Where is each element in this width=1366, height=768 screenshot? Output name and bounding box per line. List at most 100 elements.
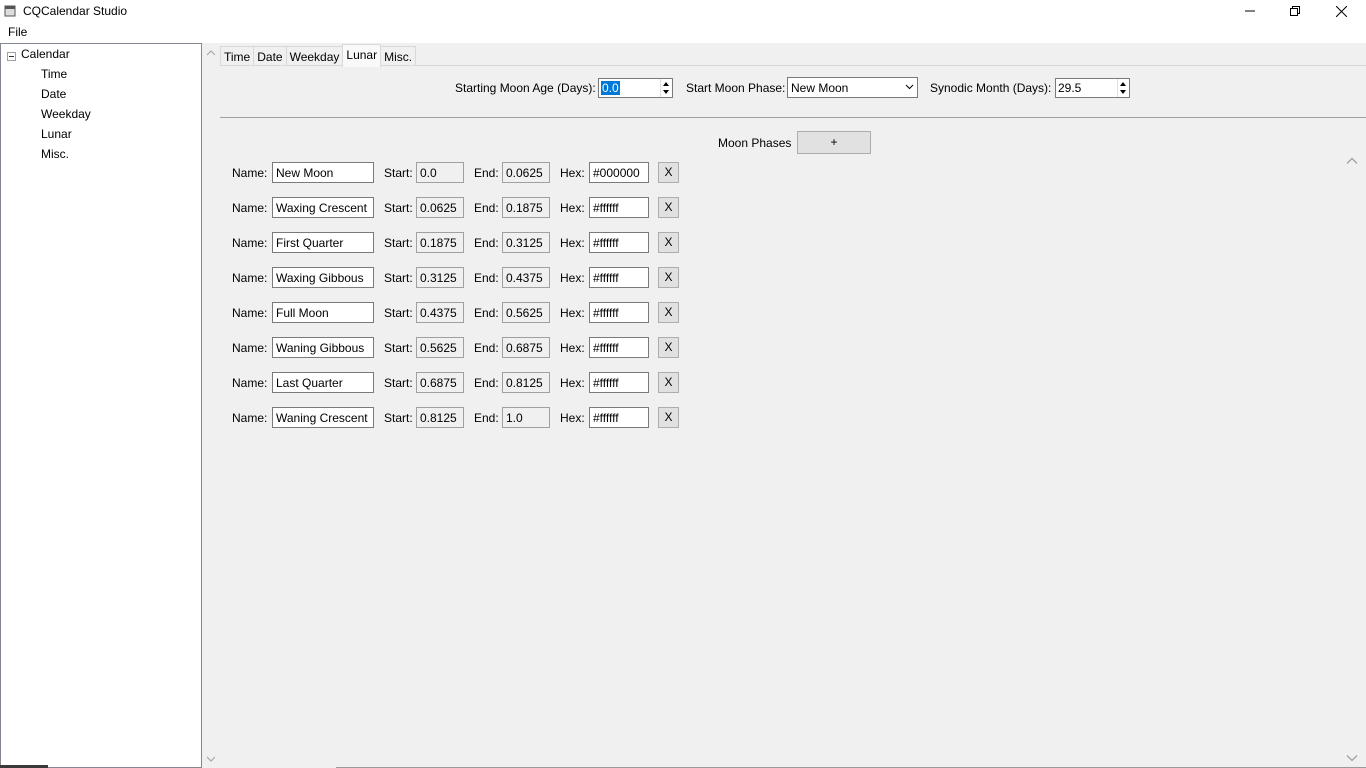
close-icon xyxy=(1335,5,1347,17)
left-scrollbar[interactable] xyxy=(203,43,219,768)
delete-phase-button[interactable]: X xyxy=(658,407,679,428)
phase-start-field[interactable]: 0.0 xyxy=(416,162,464,183)
phase-end-label: End: xyxy=(474,341,499,355)
phase-name-label: Name: xyxy=(232,376,268,390)
close-button[interactable] xyxy=(1318,0,1364,22)
tab-lunar[interactable]: Lunar xyxy=(342,44,382,67)
phase-start-field[interactable]: 0.8125 xyxy=(416,407,464,428)
phase-start-label: Start: xyxy=(384,306,413,320)
tab-date[interactable]: Date xyxy=(253,46,287,67)
tree-item-misc[interactable]: Misc. xyxy=(41,147,69,161)
phase-name-field[interactable]: Waxing Gibbous xyxy=(272,267,374,288)
phase-end-field[interactable]: 0.6875 xyxy=(502,337,550,358)
starting-moon-age-value[interactable]: 0.0 xyxy=(601,81,620,95)
scroll-down-icon[interactable] xyxy=(207,755,215,763)
phase-name-field[interactable]: Waxing Crescent xyxy=(272,197,374,218)
scroll-up-icon[interactable] xyxy=(1346,156,1358,166)
phase-hex-field[interactable]: #ffffff xyxy=(589,302,649,323)
phase-start-label: Start: xyxy=(384,411,413,425)
scroll-down-icon[interactable] xyxy=(1346,753,1358,763)
lunar-settings: Starting Moon Age (Days): 0.0 Start Moon… xyxy=(220,66,1366,118)
phase-name-label: Name: xyxy=(232,201,268,215)
phase-hex-field[interactable]: #000000 xyxy=(589,162,649,183)
phase-hex-label: Hex: xyxy=(560,271,585,285)
phase-end-field[interactable]: 0.8125 xyxy=(502,372,550,393)
tree-item-lunar[interactable]: Lunar xyxy=(41,127,72,141)
synodic-month-spinbox[interactable]: 29.5 xyxy=(1055,78,1130,98)
starting-moon-age-spinbox[interactable]: 0.0 xyxy=(598,78,673,98)
phase-start-label: Start: xyxy=(384,236,413,250)
phase-start-field[interactable]: 0.1875 xyxy=(416,232,464,253)
phase-end-field[interactable]: 0.5625 xyxy=(502,302,550,323)
starting-moon-age-label: Starting Moon Age (Days): xyxy=(455,81,596,95)
tree-item-calendar[interactable]: Calendar xyxy=(21,47,70,61)
phase-start-label: Start: xyxy=(384,166,413,180)
phase-hex-field[interactable]: #ffffff xyxy=(589,407,649,428)
phase-start-field[interactable]: 0.4375 xyxy=(416,302,464,323)
chevron-down-icon[interactable] xyxy=(905,82,914,91)
delete-phase-button[interactable]: X xyxy=(658,267,679,288)
delete-phase-button[interactable]: X xyxy=(658,372,679,393)
tab-time[interactable]: Time xyxy=(220,46,255,67)
minimize-button[interactable] xyxy=(1227,0,1273,22)
restore-button[interactable] xyxy=(1272,0,1318,22)
spin-down-icon[interactable] xyxy=(1120,90,1126,94)
spin-buttons[interactable] xyxy=(660,79,672,97)
phase-start-field[interactable]: 0.6875 xyxy=(416,372,464,393)
phase-name-field[interactable]: First Quarter xyxy=(272,232,374,253)
phase-start-field[interactable]: 0.0625 xyxy=(416,197,464,218)
calendar-tree: Calendar Time Date Weekday Lunar Misc. xyxy=(0,43,202,768)
phase-row: Name: First Quarter Start: 0.1875 End: 0.3125… xyxy=(232,232,712,256)
delete-phase-button[interactable]: X xyxy=(658,162,679,183)
phase-hex-field[interactable]: #ffffff xyxy=(589,337,649,358)
delete-phase-button[interactable]: X xyxy=(658,197,679,218)
start-moon-phase-dropdown[interactable]: New Moon xyxy=(787,77,918,98)
spin-down-icon[interactable] xyxy=(663,90,669,94)
spin-buttons[interactable] xyxy=(1117,79,1129,97)
phase-row: Name: Full Moon Start: 0.4375 End: 0.5625 Hex:… xyxy=(232,302,712,326)
tree-item-weekday[interactable]: Weekday xyxy=(41,107,91,121)
menu-bar: File xyxy=(0,23,1366,43)
phase-name-field[interactable]: Full Moon xyxy=(272,302,374,323)
synodic-month-value[interactable]: 29.5 xyxy=(1058,81,1081,95)
phase-hex-field[interactable]: #ffffff xyxy=(589,197,649,218)
phase-hex-label: Hex: xyxy=(560,306,585,320)
phase-start-field[interactable]: 0.5625 xyxy=(416,337,464,358)
menu-file[interactable]: File xyxy=(7,25,28,39)
phase-end-field[interactable]: 0.3125 xyxy=(502,232,550,253)
phase-name-field[interactable]: Waning Gibbous xyxy=(272,337,374,358)
phase-start-label: Start: xyxy=(384,271,413,285)
phase-hex-label: Hex: xyxy=(560,341,585,355)
delete-phase-button[interactable]: X xyxy=(658,302,679,323)
phase-end-label: End: xyxy=(474,271,499,285)
phase-name-field[interactable]: New Moon xyxy=(272,162,374,183)
phase-start-label: Start: xyxy=(384,201,413,215)
phase-end-field[interactable]: 1.0 xyxy=(502,407,550,428)
scroll-up-icon[interactable] xyxy=(207,49,215,57)
phase-name-field[interactable]: Waning Crescent xyxy=(272,407,374,428)
phase-start-label: Start: xyxy=(384,341,413,355)
tree-item-time[interactable]: Time xyxy=(41,67,67,81)
phase-name-label: Name: xyxy=(232,341,268,355)
phase-end-field[interactable]: 0.1875 xyxy=(502,197,550,218)
add-phase-button[interactable]: + xyxy=(797,131,871,154)
phase-end-field[interactable]: 0.4375 xyxy=(502,267,550,288)
phase-hex-field[interactable]: #ffffff xyxy=(589,267,649,288)
delete-phase-button[interactable]: X xyxy=(658,232,679,253)
phase-hex-field[interactable]: #ffffff xyxy=(589,232,649,253)
start-moon-phase-label: Start Moon Phase: xyxy=(686,81,786,95)
tab-weekday[interactable]: Weekday xyxy=(285,46,344,67)
phase-row: Name: Last Quarter Start: 0.6875 End: 0.8125 H… xyxy=(232,372,712,396)
phase-hex-field[interactable]: #ffffff xyxy=(589,372,649,393)
tree-item-date[interactable]: Date xyxy=(41,87,66,101)
phase-name-label: Name: xyxy=(232,271,268,285)
phase-end-field[interactable]: 0.0625 xyxy=(502,162,550,183)
phase-name-field[interactable]: Last Quarter xyxy=(272,372,374,393)
phase-name-label: Name: xyxy=(232,306,268,320)
delete-phase-button[interactable]: X xyxy=(658,337,679,358)
tab-misc[interactable]: Misc. xyxy=(380,46,417,67)
spin-up-icon[interactable] xyxy=(1120,82,1126,86)
collapse-icon[interactable] xyxy=(7,52,16,61)
spin-up-icon[interactable] xyxy=(663,82,669,86)
phase-start-field[interactable]: 0.3125 xyxy=(416,267,464,288)
